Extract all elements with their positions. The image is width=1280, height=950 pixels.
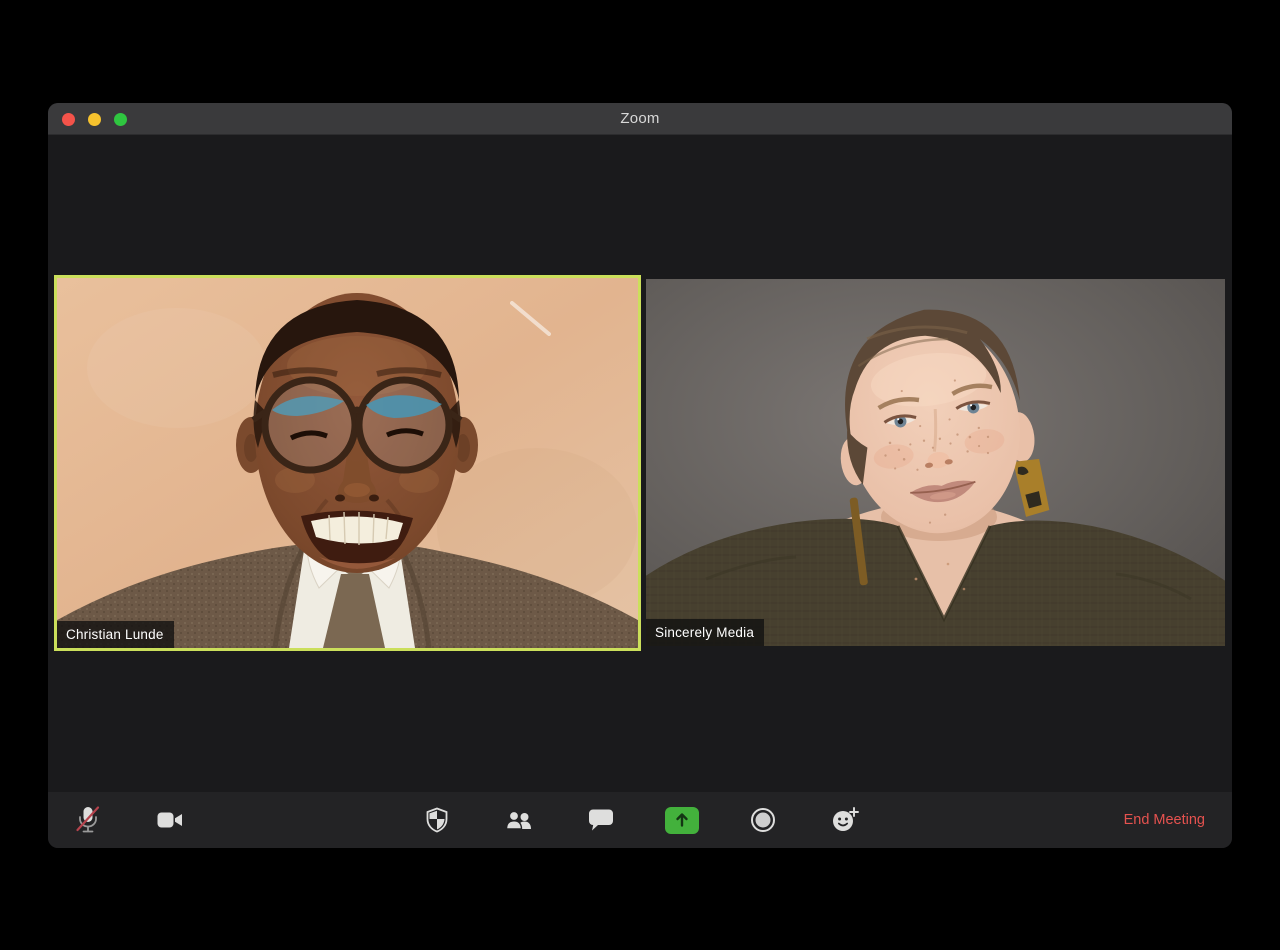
security-button[interactable] [413, 792, 461, 848]
share-screen-pill [665, 806, 699, 834]
record-button[interactable] [739, 792, 787, 848]
window-title: Zoom [620, 110, 660, 127]
meeting-toolbar: End Meeting [48, 792, 1232, 848]
video-tile-christian-lunde[interactable]: Christian Lunde [54, 275, 641, 651]
record-circle-icon [751, 808, 775, 832]
end-meeting-label: End Meeting [1123, 812, 1205, 828]
security-shield-icon [426, 807, 448, 833]
reactions-smiley-plus-icon [833, 807, 859, 831]
zoom-window-button[interactable] [114, 112, 127, 126]
video-tile-sincerely-media[interactable]: Sincerely Media [646, 279, 1225, 646]
stop-video-button[interactable] [146, 792, 194, 848]
video-camera-icon [157, 812, 182, 828]
share-screen-up-arrow-icon [676, 813, 688, 827]
reactions-button[interactable] [821, 792, 869, 848]
participant-video-sincerely-media [646, 279, 1225, 646]
close-window-button[interactable] [62, 112, 75, 126]
zoom-app-window: Zoom Christian Lunde Sincerely Media End… [48, 103, 1232, 848]
video-gallery: Christian Lunde Sincerely Media [48, 135, 1232, 792]
participant-video-christian-lunde [57, 278, 638, 648]
unmute-button[interactable] [64, 792, 112, 848]
desktop-background: Zoom Christian Lunde Sincerely Media End… [0, 0, 1280, 950]
end-meeting-button[interactable]: End Meeting [1124, 792, 1205, 848]
participant-name-label: Sincerely Media [646, 618, 765, 646]
participants-icon [505, 810, 531, 830]
minimize-window-button[interactable] [88, 112, 101, 126]
participant-name-label: Christian Lunde [57, 620, 174, 648]
microphone-muted-icon [76, 806, 100, 833]
chat-bubble-icon [589, 809, 613, 831]
share-screen-button[interactable] [658, 792, 706, 848]
window-titlebar: Zoom [48, 103, 1232, 135]
traffic-light-buttons [62, 103, 127, 135]
chat-button[interactable] [577, 792, 625, 848]
participants-button[interactable] [495, 792, 543, 848]
